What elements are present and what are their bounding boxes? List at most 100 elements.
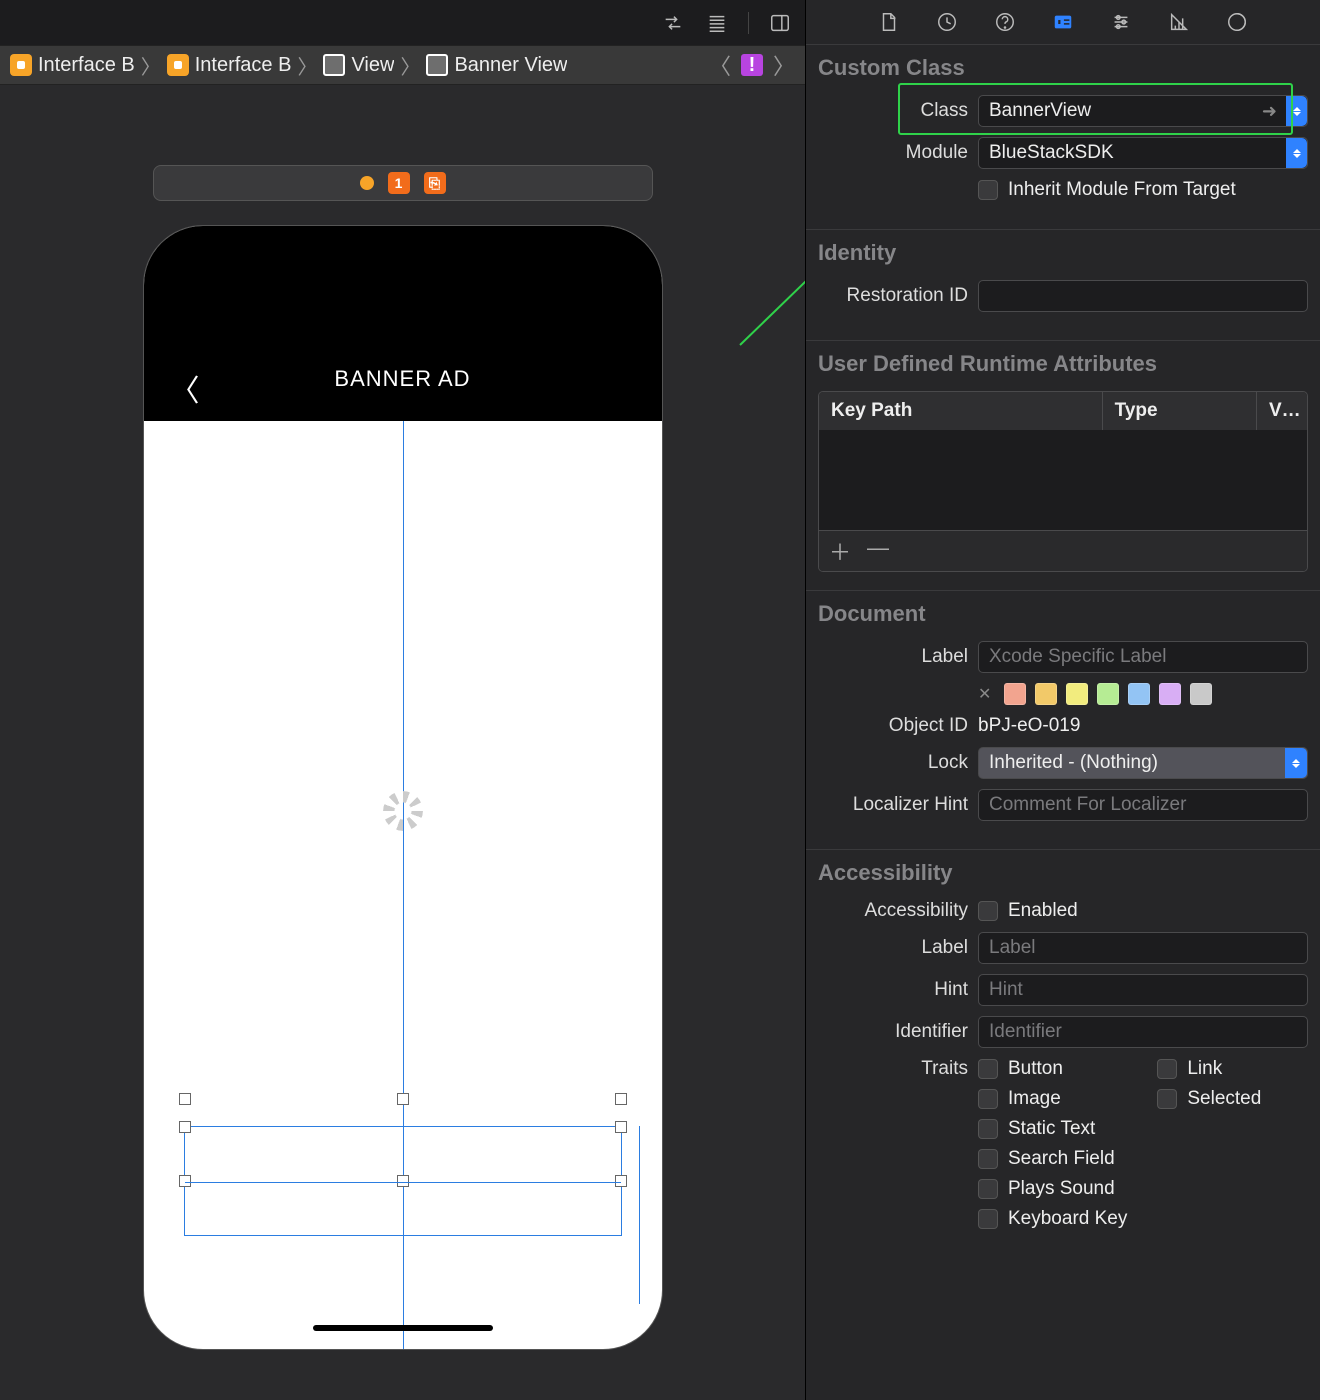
localizer-hint-label: Localizer Hint [818,794,968,816]
section-title: User Defined Runtime Attributes [818,351,1308,377]
add-row-button[interactable]: ＋ [829,535,851,567]
section-accessibility: Accessibility Accessibility Enabled Labe… [806,850,1320,1258]
clear-color-icon[interactable]: ✕ [978,684,991,704]
dropdown-icon[interactable] [1286,138,1307,168]
warning-icon[interactable]: ! [741,54,763,76]
selection-handle[interactable] [179,1121,191,1133]
breadcrumb-item[interactable]: View [323,54,394,77]
trait-checkbox[interactable] [978,1209,998,1229]
trait-checkbox[interactable] [978,1149,998,1169]
jump-to-class-icon[interactable]: ➜ [1262,101,1277,122]
a11y-identifier-field[interactable] [978,1016,1308,1048]
inherit-module-checkbox[interactable] [978,180,998,200]
file-inspector-tab[interactable] [876,9,902,35]
a11y-identifier-input[interactable] [989,1021,1297,1043]
selected-view-outline[interactable] [184,1126,622,1236]
editor-topbar [0,0,805,45]
trait-label: Image [1008,1088,1061,1110]
annotation-arrow [680,115,805,345]
color-swatch[interactable] [1128,683,1150,705]
selection-handle[interactable] [397,1093,409,1105]
color-swatch[interactable] [1004,683,1026,705]
dropdown-icon[interactable] [1285,748,1307,778]
doc-label-field[interactable] [978,641,1308,673]
editor-pane: Interface B 〉 Interface B 〉 View 〉 Banne… [0,0,805,1400]
lock-select[interactable]: Inherited - (Nothing) [978,747,1308,779]
class-field[interactable]: ➜ [978,95,1308,127]
lines-icon[interactable] [704,10,730,36]
canvas[interactable]: 1 ⎘ 〈 BANNER AD [0,85,805,1400]
color-swatch[interactable] [1190,683,1212,705]
size-inspector-tab[interactable] [1166,9,1192,35]
arrows-icon[interactable] [660,10,686,36]
module-input[interactable] [989,142,1286,164]
panel-icon[interactable] [767,10,793,36]
localizer-hint-input[interactable] [989,794,1297,816]
nav-forward-icon[interactable]: 〉 [773,49,795,81]
chevron-right-icon: 〉 [400,51,420,80]
connections-inspector-tab[interactable] [1224,9,1250,35]
a11y-hint-field[interactable] [978,974,1308,1006]
trait-checkbox[interactable] [1157,1089,1177,1109]
scene-dot-icon [360,176,374,190]
color-swatch[interactable] [1066,683,1088,705]
color-swatch[interactable] [1097,683,1119,705]
class-input[interactable] [989,100,1286,122]
trait-label: Link [1187,1058,1222,1080]
inherit-module-label: Inherit Module From Target [1008,179,1236,201]
object-id-label: Object ID [818,715,968,737]
module-field[interactable] [978,137,1308,169]
selection-handle[interactable] [397,1175,409,1187]
breadcrumb-item[interactable]: Interface B [10,54,135,77]
a11y-label-input[interactable] [989,937,1297,959]
trait-checkbox[interactable] [978,1179,998,1199]
trait-label: Static Text [1008,1118,1095,1140]
restoration-id-field[interactable] [978,280,1308,312]
breadcrumb-item[interactable]: Banner View [426,54,567,77]
a11y-label-field[interactable] [978,932,1308,964]
home-indicator [313,1325,493,1331]
scene-exit-icon: ⎘ [424,172,446,194]
column-header[interactable]: V… [1257,392,1307,430]
column-header[interactable]: Key Path [819,392,1103,430]
section-title: Accessibility [818,860,1308,886]
trait-checkbox[interactable] [978,1089,998,1109]
selection-handle[interactable] [615,1121,627,1133]
selection-handle[interactable] [179,1093,191,1105]
a11y-enabled-checkbox[interactable] [978,901,998,921]
module-label: Module [818,142,968,164]
selection-handle[interactable] [615,1175,627,1187]
color-swatch[interactable] [1035,683,1057,705]
nav-back-icon[interactable]: 〈 [709,49,731,81]
scene-toolbar[interactable]: 1 ⎘ [153,165,653,201]
remove-row-button[interactable]: — [867,535,889,567]
doc-label-input[interactable] [989,646,1297,668]
column-header[interactable]: Type [1103,392,1257,430]
a11y-hint-input[interactable] [989,979,1297,1001]
selection-handle[interactable] [615,1093,627,1105]
trait-checkbox[interactable] [978,1059,998,1079]
section-identity: Identity Restoration ID [806,230,1320,341]
dropdown-icon[interactable] [1286,96,1307,126]
scene-badge: 1 [388,172,410,194]
history-inspector-tab[interactable] [934,9,960,35]
breadcrumb-label: View [351,54,394,77]
trait-label: Button [1008,1058,1063,1080]
section-document: Document Label ✕ Object ID bPJ-eO-019 Lo… [806,591,1320,850]
identity-inspector-tab[interactable] [1050,9,1076,35]
trait-checkbox[interactable] [978,1119,998,1139]
phone-preview[interactable]: 〈 BANNER AD [143,225,663,1350]
selection-handle[interactable] [179,1175,191,1187]
table-body[interactable] [819,430,1307,530]
doc-label-label: Label [818,646,968,668]
runtime-attrs-table[interactable]: Key Path Type V… ＋ — [818,391,1308,572]
color-swatch[interactable] [1159,683,1181,705]
object-id-value: bPJ-eO-019 [978,715,1080,737]
breadcrumb-item[interactable]: Interface B [167,54,292,77]
help-inspector-tab[interactable] [992,9,1018,35]
restoration-id-input[interactable] [989,285,1297,307]
class-label: Class [818,100,968,122]
trait-checkbox[interactable] [1157,1059,1177,1079]
attributes-inspector-tab[interactable] [1108,9,1134,35]
localizer-hint-field[interactable] [978,789,1308,821]
